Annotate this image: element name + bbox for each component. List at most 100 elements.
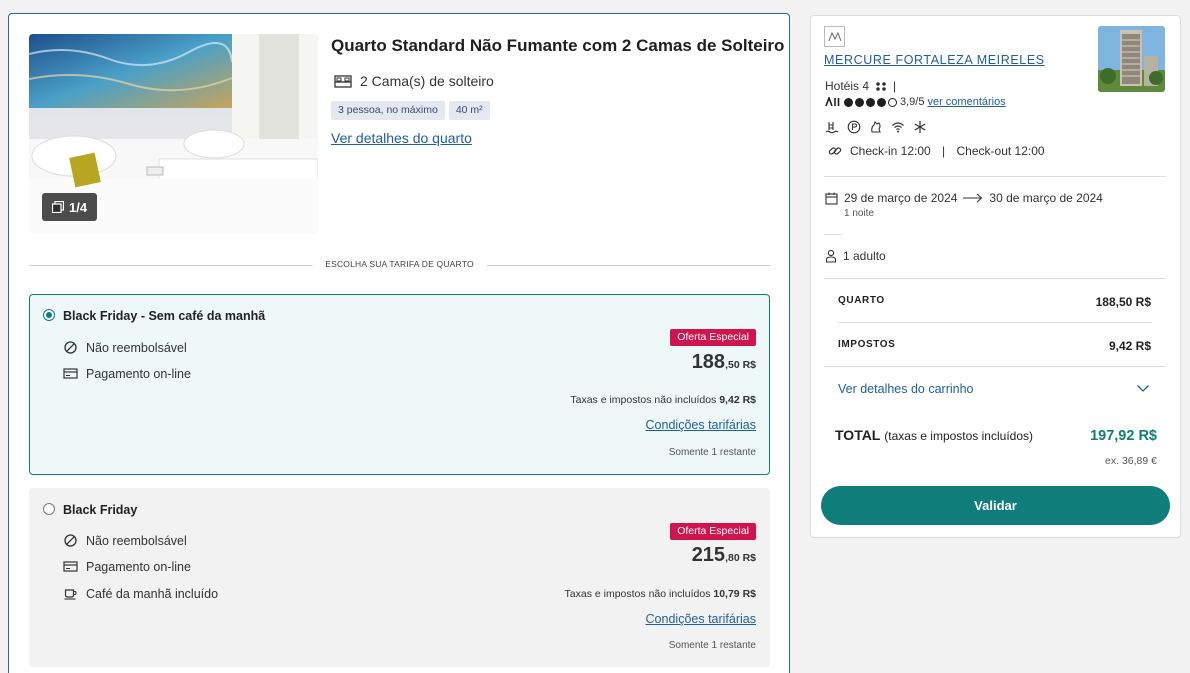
checkout-time: Check-out 12:00 — [956, 144, 1045, 158]
rate-radio[interactable] — [43, 503, 55, 515]
credit-card-icon — [63, 368, 78, 379]
short-divider — [824, 234, 842, 235]
reviews-link[interactable]: ver comentários — [927, 96, 1005, 108]
rate-feature-label: Não reembolsável — [86, 340, 187, 355]
rating-dot-full — [844, 97, 853, 107]
rate-price-int: 215 — [691, 544, 726, 566]
capacity-tag: 3 pessoa, no máximo — [331, 101, 445, 120]
rate-feature-label: Não reembolsável — [86, 533, 187, 548]
credit-card-icon — [63, 561, 78, 572]
room-line-item: QUARTO 188,50 R$ — [838, 295, 1151, 309]
room-beds-label: 2 Cama(s) de solteiro — [360, 73, 494, 89]
bed-icon — [334, 74, 352, 88]
divider — [824, 176, 1166, 177]
photo-counter-label: 1/4 — [69, 199, 88, 215]
room-line-value: 188,50 R$ — [1095, 295, 1151, 309]
rooms-remaining: Somente 1 restante — [668, 447, 756, 458]
rating-dot-full — [855, 97, 864, 107]
guest-count-label: 1 adulto — [843, 249, 886, 263]
divider — [838, 322, 1152, 323]
size-tag: 40 m² — [448, 101, 490, 120]
room-line-label: QUARTO — [838, 295, 885, 306]
category-separator: | — [893, 79, 897, 93]
tax-note-prefix: Taxas e impostos não incluídos — [570, 394, 720, 406]
rating-dots — [844, 97, 897, 107]
rate-conditions-link[interactable]: Condições tarifárias — [646, 612, 756, 626]
tax-note: Taxas e impostos não incluídos 9,42 R$ — [570, 394, 756, 406]
chevron-down-icon[interactable] — [1136, 381, 1150, 395]
checkin-time: Check-in 12:00 — [850, 144, 931, 158]
rate-feature-label: Pagamento on-line — [86, 366, 191, 381]
rate-feature-online-payment: Pagamento on-line — [63, 366, 191, 381]
room-photo[interactable]: 1/4 — [29, 34, 318, 234]
rating-score: 3,9/5 — [900, 96, 925, 108]
rate-feature-non-refundable: Não reembolsável — [63, 533, 187, 548]
rate-feature-breakfast: Café da manhã incluído — [63, 586, 218, 601]
parking-icon — [847, 120, 861, 134]
cart-details-link[interactable]: Ver detalhes do carrinho — [838, 382, 974, 396]
tax-line-value: 9,42 R$ — [1108, 339, 1151, 353]
divider — [824, 366, 1166, 367]
validate-button[interactable]: Validar — [821, 486, 1170, 525]
total-label-text: TOTAL — [835, 427, 881, 443]
hotel-rating: 3,9/5 ver comentários — [825, 96, 1006, 108]
tax-line-item: IMPOSTOS 9,42 R$ — [838, 339, 1151, 353]
rating-dot-empty — [888, 97, 897, 107]
rate-radio-selected[interactable] — [43, 309, 55, 321]
rate-option-black-friday-no-breakfast[interactable]: Black Friday - Sem café da manhã Não ree… — [29, 294, 770, 475]
air-conditioning-icon — [914, 121, 926, 133]
rate-option-black-friday[interactable]: Black Friday Não reembolsável Pagamento … — [29, 488, 770, 667]
rate-price-int: 188 — [691, 351, 726, 373]
photo-counter[interactable]: 1/4 — [42, 193, 98, 221]
tax-note-value: 9,42 R$ — [719, 394, 756, 406]
room-details-link[interactable]: Ver detalhes do quarto — [331, 130, 472, 146]
total-note: (taxas e impostos incluídos) — [884, 429, 1033, 443]
hotel-photo[interactable] — [1098, 26, 1165, 92]
mercure-logo-icon — [828, 31, 841, 41]
choose-rate-label: ESCOLHA SUA TARIFA DE QUARTO — [312, 259, 487, 269]
rate-name: Black Friday — [63, 503, 138, 517]
rooms-remaining: Somente 1 restante — [668, 640, 756, 651]
total-amount: 197,92 R$ — [1090, 428, 1157, 444]
rate-price: 215,80 R$ — [692, 544, 756, 567]
hotel-photo-image — [1098, 26, 1165, 92]
hotel-name-link[interactable]: MERCURE FORTALEZA MEIRELES — [824, 53, 1045, 67]
stay-dates: 29 de março de 2024 30 de março de 2024 — [825, 191, 1103, 205]
wifi-icon — [892, 122, 904, 133]
special-offer-badge: Oferta Especial — [670, 329, 756, 346]
gallery-icon — [52, 201, 64, 213]
all-logo-icon — [825, 97, 840, 107]
rating-dot-full — [866, 97, 875, 107]
person-icon — [825, 249, 837, 263]
total-amount-eur: ex. 36,89 € — [1105, 455, 1157, 467]
nights-count: 1 noite — [844, 208, 875, 219]
coffee-cup-icon — [64, 589, 77, 600]
room-beds: 2 Cama(s) de solteiro — [334, 73, 494, 89]
special-offer-badge: Oferta Especial — [670, 523, 756, 540]
hotel-category: Hotéis 4 | — [825, 79, 896, 93]
rate-feature-non-refundable: Não reembolsável — [63, 340, 187, 355]
rate-section-divider: ESCOLHA SUA TARIFA DE QUARTO — [29, 259, 770, 269]
rate-feature-label: Café da manhã incluído — [86, 586, 219, 601]
tax-note: Taxas e impostos não incluídos 10,79 R$ — [565, 588, 756, 600]
date-from: 29 de março de 2024 — [844, 191, 958, 205]
checkin-checkout: Check-in 12:00 | Check-out 12:00 — [828, 144, 1045, 158]
link-icon — [828, 147, 842, 155]
room-tags: 3 pessoa, no máximo 40 m² — [331, 101, 490, 120]
rate-conditions-link[interactable]: Condições tarifárias — [646, 418, 756, 432]
rating-dot-full — [877, 97, 886, 107]
booking-summary: MERCURE FORTALEZA MEIRELES Hotéis 4 | 3,… — [810, 15, 1181, 538]
stars-icon — [876, 82, 886, 91]
pool-icon — [825, 122, 839, 134]
tax-note-prefix: Taxas e impostos não incluídos — [564, 588, 714, 600]
rate-feature-label: Pagamento on-line — [86, 559, 191, 574]
guest-count: 1 adulto — [825, 249, 886, 263]
calendar-icon — [825, 192, 838, 205]
divider — [824, 278, 1166, 279]
arrow-right-icon — [963, 193, 983, 203]
hotel-brand-logo — [824, 26, 845, 47]
rate-price-dec: ,50 R$ — [725, 359, 756, 371]
rate-price: 188,50 R$ — [692, 351, 756, 374]
date-to: 30 de março de 2024 — [989, 191, 1103, 205]
hotel-category-label: Hotéis 4 — [825, 79, 870, 93]
